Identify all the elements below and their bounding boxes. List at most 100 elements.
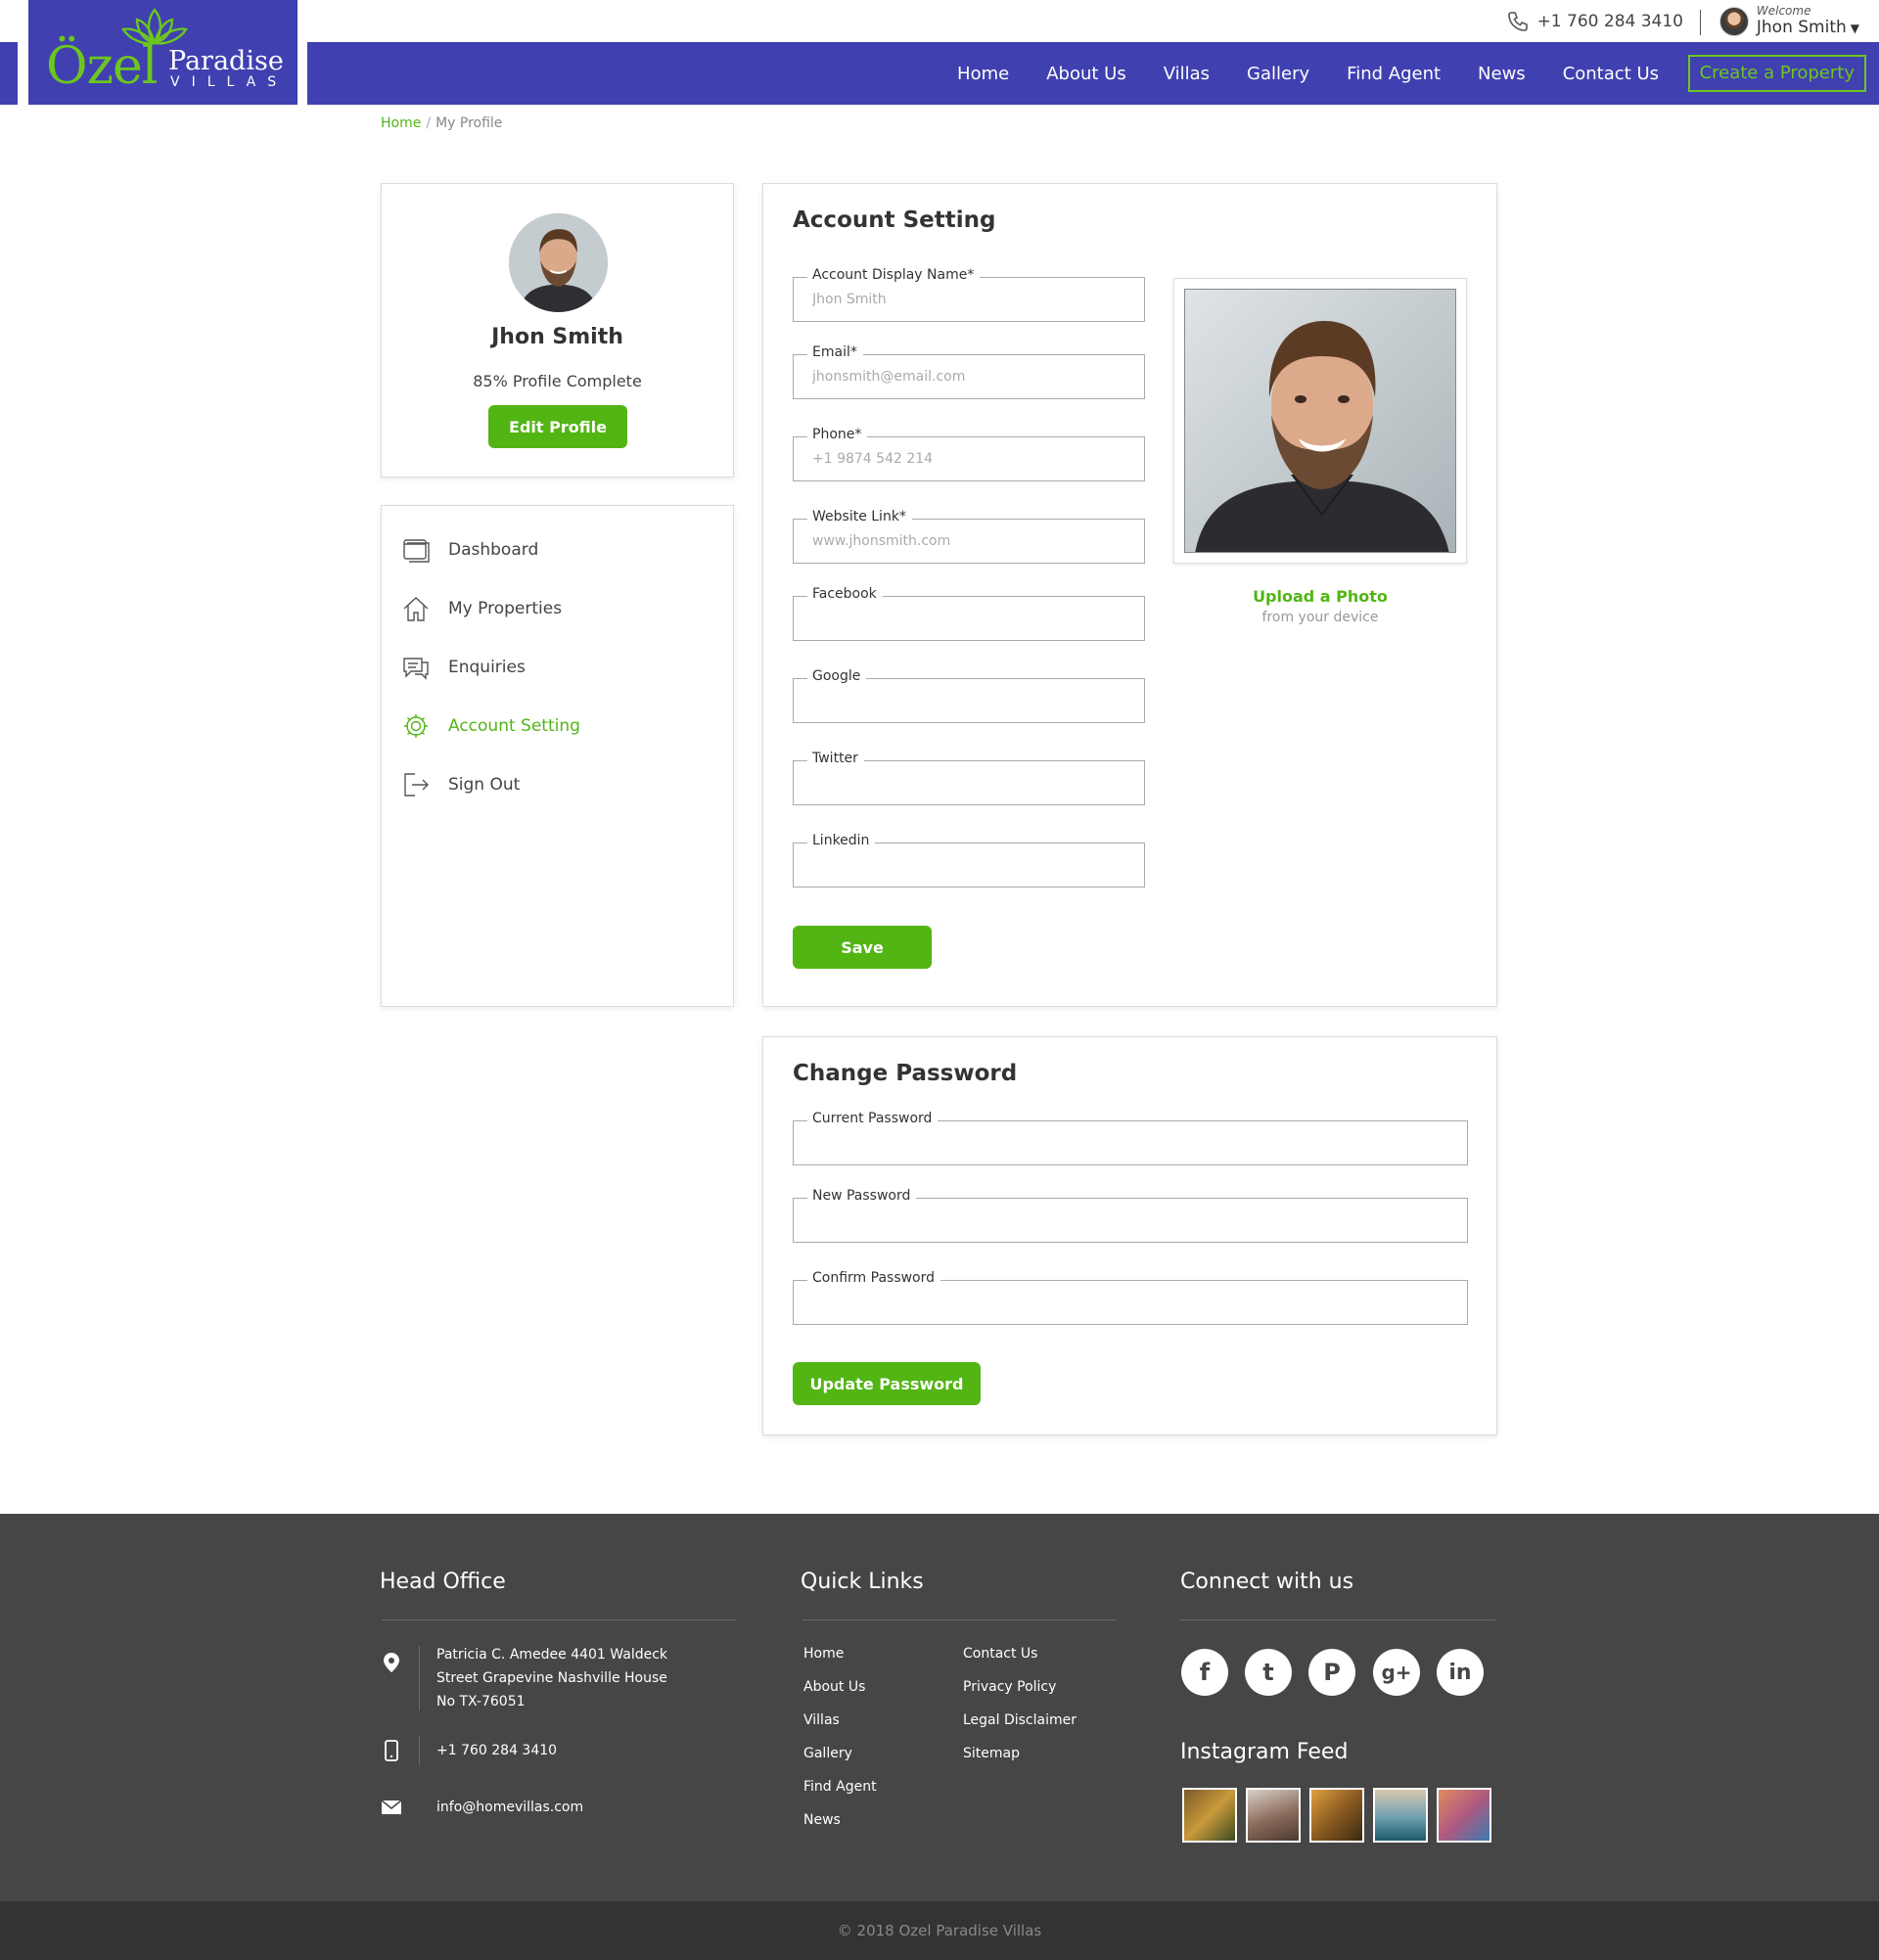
nav-gallery[interactable]: Gallery [1247,64,1309,84]
edit-profile-button[interactable]: Edit Profile [488,405,627,448]
footer-divider [1180,1619,1495,1620]
footer-link-contact-us[interactable]: Contact Us [963,1646,1037,1662]
google-input[interactable] [812,693,1125,708]
phone-field[interactable]: Phone* [793,427,1145,481]
twitter-icon[interactable]: t [1245,1649,1292,1696]
google-plus-icon[interactable]: g+ [1373,1649,1420,1696]
facebook-input[interactable] [812,611,1125,626]
mobile-phone-icon [385,1740,398,1761]
footer-link-gallery[interactable]: Gallery [803,1746,852,1761]
profile-card: Jhon Smith 85% Profile Complete Edit Pro… [381,183,734,478]
profile-photo [1184,289,1456,553]
nav-contact-us[interactable]: Contact Us [1563,64,1659,84]
display-name-input[interactable] [812,292,1125,307]
update-password-button[interactable]: Update Password [793,1362,981,1405]
instagram-thumb[interactable] [1182,1788,1237,1843]
footer-link-home[interactable]: Home [803,1646,844,1662]
website-field[interactable]: Website Link* [793,509,1145,564]
google-field[interactable]: Google [793,668,1145,723]
sidebar-item-enquiries[interactable]: Enquiries [401,648,526,687]
sign-out-icon [404,773,429,797]
pinterest-icon[interactable]: P [1308,1649,1355,1696]
profile-complete-text: 85% Profile Complete [473,372,642,390]
display-name-field[interactable]: Account Display Name* [793,267,1145,322]
logo[interactable]: Özel Paradise VILLAS [28,0,298,105]
phone-icon [1507,12,1528,31]
field-label: Phone* [807,427,868,442]
new-password-input[interactable] [812,1212,1125,1228]
user-menu[interactable]: Welcome Jhon Smith ▼ [1719,4,1859,38]
twitter-input[interactable] [812,775,1125,791]
nav-news[interactable]: News [1478,64,1526,84]
footer-link-news[interactable]: News [803,1812,841,1828]
nav-about-us[interactable]: About Us [1046,64,1126,84]
envelope-icon [381,1800,402,1814]
footer-instagram-title: Instagram Feed [1180,1740,1349,1764]
footer-head-office-title: Head Office [380,1570,506,1594]
twitter-field[interactable]: Twitter [793,751,1145,805]
sidebar-menu: Dashboard My Properties Enquiries Accoun… [381,505,734,1007]
footer-link-sitemap[interactable]: Sitemap [963,1746,1020,1761]
breadcrumb-home[interactable]: Home [381,115,421,131]
save-button[interactable]: Save [793,926,932,969]
facebook-icon[interactable]: f [1181,1649,1228,1696]
caret-down-icon: ▼ [1850,22,1859,35]
nav-home[interactable]: Home [957,64,1009,84]
footer-link-find-agent[interactable]: Find Agent [803,1779,877,1795]
footer-link-about-us[interactable]: About Us [803,1679,865,1695]
upload-photo-link[interactable]: Upload a Photo [1173,587,1467,606]
linkedin-icon[interactable]: in [1437,1649,1484,1696]
field-label: Confirm Password [807,1270,941,1286]
footer-link-privacy-policy[interactable]: Privacy Policy [963,1679,1056,1695]
instagram-thumb[interactable] [1373,1788,1428,1843]
change-password-card: Change Password Current Password New Pas… [762,1036,1497,1436]
confirm-password-field[interactable]: Confirm Password [793,1270,1468,1325]
logo-villas: VILLAS [170,74,289,90]
user-name: Jhon Smith ▼ [1756,18,1859,37]
facebook-field[interactable]: Facebook [793,586,1145,641]
instagram-thumb[interactable] [1309,1788,1364,1843]
upload-photo-subtext: from your device [1261,610,1379,625]
dashboard-icon [403,539,430,563]
website-input[interactable] [812,533,1125,549]
change-password-title: Change Password [793,1061,1018,1086]
email-input[interactable] [812,369,1125,385]
linkedin-field[interactable]: Linkedin [793,833,1145,888]
nav-find-agent[interactable]: Find Agent [1347,64,1441,84]
confirm-password-input[interactable] [812,1295,1125,1310]
instagram-thumb[interactable] [1437,1788,1491,1843]
nav-villas[interactable]: Villas [1164,64,1210,84]
profile-name: Jhon Smith [491,325,623,349]
sidebar-item-my-properties[interactable]: My Properties [401,589,562,628]
copyright-bar: © 2018 Ozel Paradise Villas [0,1901,1879,1960]
footer-email[interactable]: info@homevillas.com [436,1796,583,1819]
field-label: Current Password [807,1111,939,1126]
field-label: New Password [807,1188,917,1204]
home-icon [403,597,429,621]
profile-photo-preview [1173,278,1467,564]
field-label: Twitter [807,751,864,766]
footer-phone[interactable]: +1 760 284 3410 [436,1739,557,1762]
create-property-button[interactable]: Create a Property [1687,55,1866,92]
sidebar-item-label: Sign Out [448,775,521,795]
new-password-field[interactable]: New Password [793,1188,1468,1243]
email-field[interactable]: Email* [793,344,1145,399]
copyright-text: © 2018 Ozel Paradise Villas [837,1922,1042,1939]
current-password-field[interactable]: Current Password [793,1111,1468,1165]
footer-link-legal-disclaimer[interactable]: Legal Disclaimer [963,1712,1077,1728]
breadcrumb-current: My Profile [435,115,503,131]
current-password-input[interactable] [812,1135,1125,1151]
sidebar-item-dashboard[interactable]: Dashboard [401,530,538,570]
header-phone[interactable]: +1 760 284 3410 [1506,10,1683,33]
gear-icon [404,714,428,738]
sidebar-item-label: My Properties [448,599,563,618]
header-phone-text: +1 760 284 3410 [1536,12,1683,31]
account-setting-card: Account Setting Account Display Name* Em… [762,183,1497,1007]
footer-link-villas[interactable]: Villas [803,1712,840,1728]
sidebar-item-account-setting[interactable]: Account Setting [401,707,580,746]
phone-input[interactable] [812,451,1125,467]
logo-ozel: Özel [46,37,158,96]
sidebar-item-sign-out[interactable]: Sign Out [401,765,520,804]
linkedin-input[interactable] [812,857,1125,873]
instagram-thumb[interactable] [1246,1788,1301,1843]
